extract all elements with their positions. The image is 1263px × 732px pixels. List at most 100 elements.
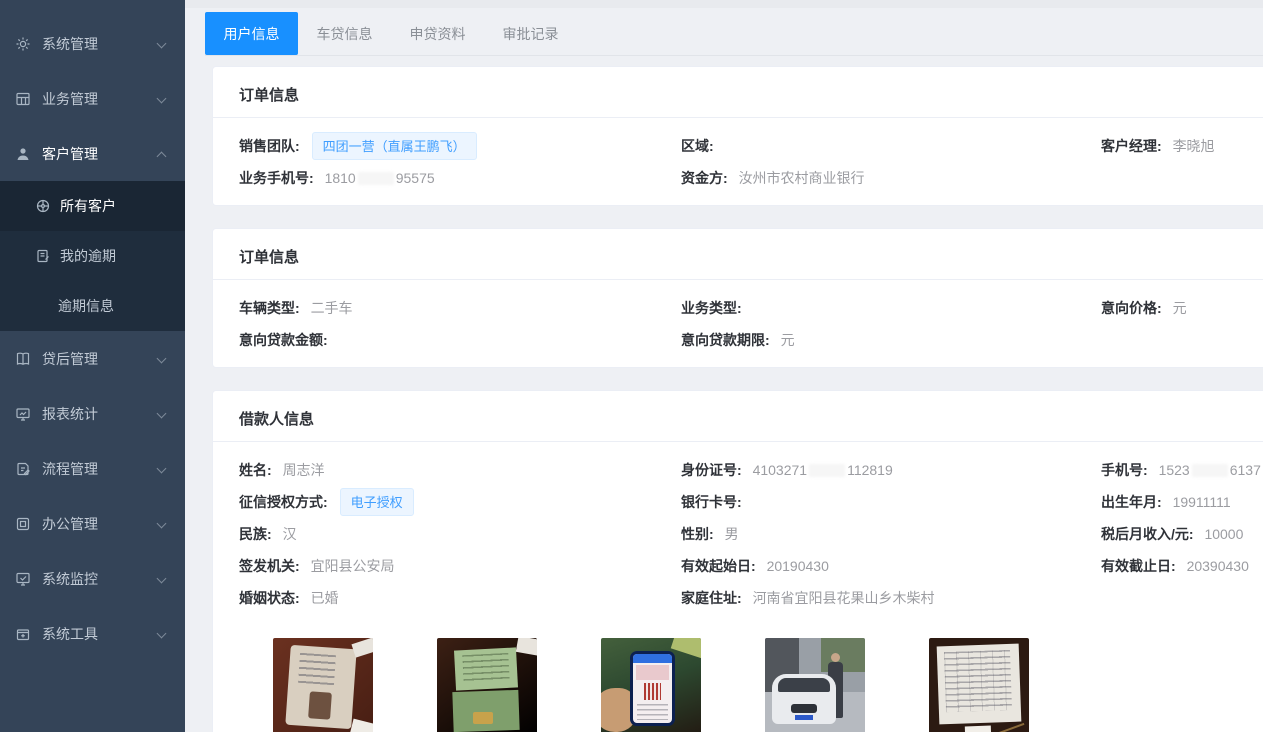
field-value: 已婚 bbox=[311, 590, 339, 606]
field-marital-status: 婚姻状态: 已婚 bbox=[239, 588, 681, 608]
sidebar-item-my-overdue[interactable]: 我的逾期 bbox=[0, 231, 185, 281]
field-label: 手机号: bbox=[1101, 462, 1148, 478]
field-label: 签发机关: bbox=[239, 558, 300, 574]
box-plus-icon bbox=[14, 625, 32, 643]
sidebar-item-system-management[interactable]: 系统管理 bbox=[0, 16, 185, 71]
license-booklet-photo-thumbnail[interactable] bbox=[437, 638, 537, 732]
field-vehicle-type: 车辆类型: 二手车 bbox=[239, 298, 681, 318]
sidebar-item-label: 系统管理 bbox=[42, 34, 98, 54]
field-account-manager: 客户经理: 李晓旭 bbox=[1101, 136, 1263, 156]
redaction-mask bbox=[1192, 464, 1228, 477]
tab-user-info[interactable]: 用户信息 bbox=[205, 12, 298, 55]
field-label: 家庭住址: bbox=[681, 590, 742, 606]
sidebar-item-overdue-info[interactable]: 逾期信息 bbox=[0, 281, 185, 331]
field-label: 意向贷款期限: bbox=[681, 332, 770, 348]
field-label: 资金方: bbox=[681, 170, 728, 186]
field-label: 有效截止日: bbox=[1101, 558, 1176, 574]
borrower-info-card: 借款人信息 姓名: 周志洋 身份证号: 4103271112819 手机号: 1… bbox=[212, 390, 1263, 732]
sidebar-item-report-statistics[interactable]: 报表统计 bbox=[0, 386, 185, 441]
field-income: 税后月收入/元: 10000 bbox=[1101, 524, 1263, 544]
id-card-photo-thumbnail[interactable] bbox=[273, 638, 373, 732]
chevron-down-icon bbox=[157, 39, 167, 49]
sidebar-item-label: 所有客户 bbox=[60, 196, 116, 216]
sidebar-item-system-monitor[interactable]: 系统监控 bbox=[0, 551, 185, 606]
field-region: 区域: bbox=[681, 136, 1101, 156]
field-value: 河南省宜阳县花果山乡木柴村 bbox=[753, 590, 935, 606]
field-label: 出生年月: bbox=[1101, 494, 1162, 510]
sidebar-item-customer-management[interactable]: 客户管理 bbox=[0, 126, 185, 181]
redaction-mask bbox=[809, 464, 845, 477]
field-value: 汉 bbox=[283, 526, 297, 542]
field-value: 19911111 bbox=[1173, 494, 1231, 510]
phone-qr-screenshot-thumbnail[interactable] bbox=[601, 638, 701, 732]
person-with-car-photo-thumbnail[interactable] bbox=[765, 638, 865, 732]
tab-loan-application-docs[interactable]: 申贷资料 bbox=[391, 12, 484, 55]
field-valid-from: 有效起始日: 20190430 bbox=[681, 556, 1101, 576]
field-label: 意向价格: bbox=[1101, 300, 1162, 316]
loan-intent-card: 订单信息 车辆类型: 二手车 业务类型: 意向价格: 元 意向贷款金额 bbox=[212, 228, 1263, 368]
field-label: 业务类型: bbox=[681, 300, 742, 316]
tab-approval-records[interactable]: 审批记录 bbox=[484, 12, 577, 55]
sidebar-item-business-management[interactable]: 业务管理 bbox=[0, 71, 185, 126]
field-label: 婚姻状态: bbox=[239, 590, 300, 606]
photo-item: 其他资料 bbox=[929, 638, 1029, 732]
photo-item: 驾驶证照片 bbox=[437, 638, 537, 732]
field-label: 征信授权方式: bbox=[239, 494, 328, 510]
field-value: 20390430 bbox=[1187, 558, 1249, 574]
field-valid-to: 有效截止日: 20390430 bbox=[1101, 556, 1263, 576]
field-value: 李晓旭 bbox=[1173, 138, 1215, 154]
chevron-down-icon bbox=[157, 464, 167, 474]
field-home-address: 家庭住址: 河南省宜阳县花果山乡木柴村 bbox=[681, 588, 1101, 608]
field-intent-loan-amount: 意向贷款金额: bbox=[239, 330, 681, 350]
credit-auth-tag[interactable]: 电子授权 bbox=[340, 488, 414, 516]
field-label: 客户经理: bbox=[1101, 138, 1162, 154]
document-photo-list: 个人照 驾驶证照片 征信截图 bbox=[273, 638, 1263, 732]
sales-team-tag[interactable]: 四团一营（直属王鹏飞） bbox=[312, 132, 477, 160]
field-id-number: 身份证号: 4103271112819 bbox=[681, 460, 1101, 480]
sidebar-item-postloan-management[interactable]: 贷后管理 bbox=[0, 331, 185, 386]
notebook-icon bbox=[34, 247, 52, 265]
field-bank-card: 银行卡号: bbox=[681, 492, 1101, 512]
chevron-down-icon bbox=[157, 354, 167, 364]
field-value: 二手车 bbox=[311, 300, 353, 316]
field-label: 业务手机号: bbox=[239, 170, 314, 186]
sidebar-item-process-management[interactable]: 流程管理 bbox=[0, 441, 185, 496]
tab-bar-divider bbox=[205, 55, 1263, 56]
monitor-icon bbox=[14, 405, 32, 423]
sidebar-item-label: 贷后管理 bbox=[42, 349, 98, 369]
field-label: 身份证号: bbox=[681, 462, 742, 478]
handwritten-document-photo-thumbnail[interactable] bbox=[929, 638, 1029, 732]
field-value: 周志洋 bbox=[283, 462, 325, 478]
sidebar-item-system-tools[interactable]: 系统工具 bbox=[0, 606, 185, 661]
sidebar-item-label: 业务管理 bbox=[42, 89, 98, 109]
field-birth: 出生年月: 19911111 bbox=[1101, 492, 1263, 512]
field-mobile: 手机号: 15236137 bbox=[1101, 460, 1263, 480]
field-value: 15236137 bbox=[1159, 462, 1261, 478]
field-value: 宜阳县公安局 bbox=[311, 558, 395, 574]
chevron-up-icon bbox=[157, 152, 167, 162]
field-value: 10000 bbox=[1204, 526, 1243, 542]
sidebar-item-label: 办公管理 bbox=[42, 514, 98, 534]
sidebar-item-all-customers[interactable]: 所有客户 bbox=[0, 181, 185, 231]
user-icon bbox=[14, 145, 32, 163]
field-sales-team: 销售团队: 四团一营（直属王鹏飞） bbox=[239, 132, 681, 160]
sidebar-item-office-management[interactable]: 办公管理 bbox=[0, 496, 185, 551]
tab-car-loan-info[interactable]: 车贷信息 bbox=[298, 12, 391, 55]
field-label: 有效起始日: bbox=[681, 558, 756, 574]
field-gender: 性别: 男 bbox=[681, 524, 1101, 544]
sidebar: 系统管理 业务管理 客户管理 所有客户 我的逾期 逾期信息 bbox=[0, 0, 185, 732]
field-value: 汝州市农村商业银行 bbox=[739, 170, 865, 186]
photo-item: 征信截图 bbox=[601, 638, 701, 732]
chevron-down-icon bbox=[157, 519, 167, 529]
field-label: 银行卡号: bbox=[681, 494, 742, 510]
sidebar-item-label: 我的逾期 bbox=[60, 246, 116, 266]
card-title: 订单信息 bbox=[213, 67, 1263, 117]
field-label: 姓名: bbox=[239, 462, 272, 478]
field-intent-loan-term: 意向贷款期限: 元 bbox=[681, 330, 1101, 350]
photo-item: 人车照 bbox=[765, 638, 865, 732]
main-content: 用户信息 车贷信息 申贷资料 审批记录 订单信息 销售团队: 四团一营（直属王鹏… bbox=[185, 0, 1263, 732]
field-business-phone: 业务手机号: 181095575 bbox=[239, 168, 681, 188]
sidebar-item-label: 客户管理 bbox=[42, 144, 98, 164]
field-label: 民族: bbox=[239, 526, 272, 542]
field-intent-price: 意向价格: 元 bbox=[1101, 298, 1263, 318]
